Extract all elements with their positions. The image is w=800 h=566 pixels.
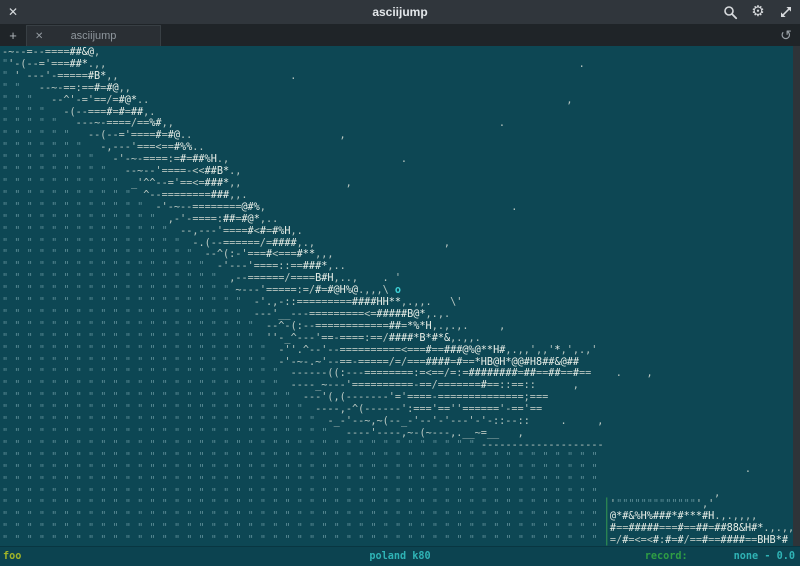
record-label: record: bbox=[645, 551, 688, 562]
titlebar: ✕ asciijump ⚙ bbox=[0, 0, 800, 25]
game-statusbar: foo poland k80 record: none - 0.0 bbox=[0, 546, 800, 566]
tab-title: asciijump bbox=[27, 30, 160, 42]
tabbar-spacer bbox=[161, 24, 772, 46]
terminal-screen[interactable]: -~--=--====##&@, "'-(--='===##*.,, . " '… bbox=[0, 46, 800, 566]
window-title: asciijump bbox=[0, 5, 800, 19]
ascii-art: -~--=--====##&@, "'-(--='===##*.,, . " '… bbox=[2, 47, 794, 547]
terminal-scrollbar[interactable] bbox=[793, 46, 800, 547]
new-tab-button[interactable]: + bbox=[0, 24, 26, 46]
tab-asciijump[interactable]: ✕ asciijump bbox=[26, 25, 161, 46]
record-value: none - 0.0 bbox=[734, 551, 795, 562]
scrollbar-thumb[interactable] bbox=[793, 46, 800, 547]
record-group: record: none - 0.0 bbox=[645, 551, 795, 562]
search-icon[interactable] bbox=[722, 4, 738, 20]
titlebar-actions: ⚙ bbox=[722, 0, 794, 24]
tab-close-icon[interactable]: ✕ bbox=[35, 31, 43, 42]
fullscreen-icon[interactable] bbox=[778, 4, 794, 20]
settings-gear-icon[interactable]: ⚙ bbox=[750, 4, 766, 20]
window-close-button[interactable]: ✕ bbox=[0, 0, 26, 24]
app-window: ✕ asciijump ⚙ + ✕ asciijump bbox=[0, 0, 800, 566]
session-restore-icon[interactable]: ↺ bbox=[772, 24, 800, 46]
tabbar: + ✕ asciijump ↺ bbox=[0, 24, 800, 46]
